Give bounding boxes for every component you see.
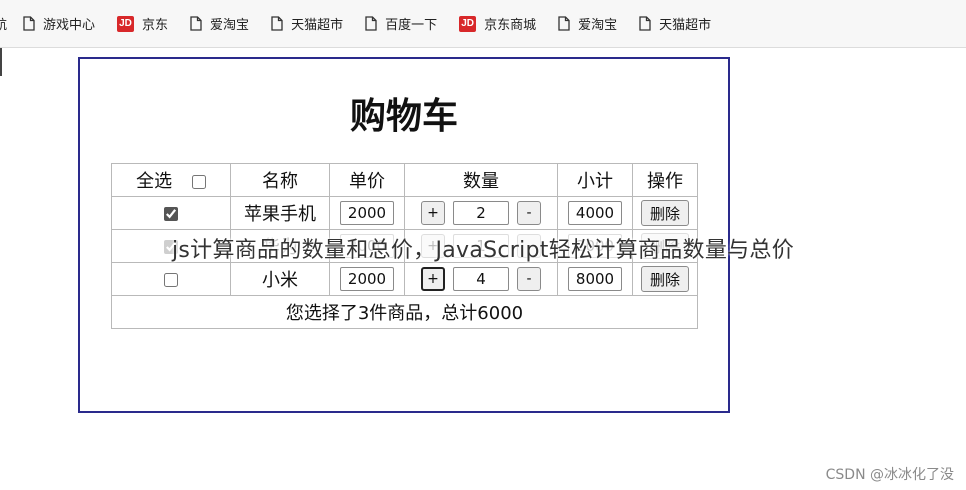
page-icon — [558, 16, 570, 31]
row-select-checkbox[interactable] — [164, 272, 178, 287]
quantity-header: 数量 — [404, 163, 558, 197]
bookmark-item[interactable]: 天猫超市 — [271, 14, 343, 33]
cart-summary: 您选择了3件商品，总计6000 — [111, 295, 698, 329]
row-select-checkbox[interactable] — [164, 206, 178, 221]
price-field[interactable] — [340, 267, 394, 291]
bookmark-item[interactable]: 爱淘宝 — [190, 14, 249, 33]
table-row: 苹果手机 + - 删除 — [111, 196, 698, 230]
select-all-header: 全选 — [111, 163, 231, 197]
subtotal-field[interactable] — [568, 267, 622, 291]
delete-button[interactable]: 删除 — [641, 266, 689, 292]
increase-button[interactable]: + — [421, 267, 445, 291]
jd-logo-icon: JD — [459, 15, 477, 32]
table-row: 小米 + - 删除 — [111, 262, 698, 296]
overlay-caption: js计算商品的数量和总价，JavaScript轻松计算商品数量与总价 — [171, 238, 795, 263]
page-title: 购物车 — [349, 96, 458, 137]
name-header: 名称 — [230, 163, 330, 197]
bookmark-item[interactable]: 天猫超市 — [639, 14, 711, 33]
bookmark-label: 游戏中心 — [43, 18, 96, 33]
quantity-field[interactable] — [453, 201, 509, 225]
bookmark-label: 爱淘宝 — [210, 18, 250, 33]
bookmark-item[interactable]: 航 — [0, 14, 7, 33]
subtotal-field[interactable] — [568, 201, 622, 225]
price-header: 单价 — [329, 163, 405, 197]
table-header-row: 全选 名称 单价 数量 小计 操作 — [111, 163, 698, 197]
increase-button[interactable]: + — [421, 201, 445, 225]
page-icon — [639, 16, 651, 31]
bookmark-label: 航 — [0, 18, 8, 33]
bookmark-label: 天猫超市 — [659, 18, 712, 33]
watermark: CSDN @冰冰化了没 — [825, 467, 954, 483]
bookmark-item[interactable]: JD 京东商城 — [459, 14, 536, 33]
bookmark-label: 京东商城 — [484, 18, 537, 33]
bookmark-item[interactable]: 爱淘宝 — [558, 14, 617, 33]
window-edge — [0, 48, 2, 76]
select-all-checkbox[interactable] — [191, 175, 206, 189]
product-name: 苹果手机 — [230, 196, 330, 230]
summary-row: 您选择了3件商品，总计6000 — [111, 295, 698, 329]
subtotal-header: 小计 — [557, 163, 633, 197]
bookmark-item[interactable]: 百度一下 — [365, 14, 437, 33]
product-name: 小米 — [230, 262, 330, 296]
bookmark-label: 京东 — [142, 18, 169, 33]
page-icon — [271, 16, 283, 31]
bookmark-item[interactable]: JD 京东 — [117, 14, 168, 33]
bookmarks-bar: 航 游戏中心 JD 京东 爱淘宝 天猫超市 百度一下 JD 京东商城 爱淘宝 天… — [0, 0, 966, 48]
action-header: 操作 — [632, 163, 698, 197]
bookmark-label: 天猫超市 — [291, 18, 344, 33]
select-all-label: 全选 — [136, 171, 173, 192]
jd-logo-icon: JD — [117, 15, 135, 32]
decrease-button[interactable]: - — [517, 267, 541, 291]
bookmark-item[interactable]: 游戏中心 — [23, 14, 95, 33]
price-field[interactable] — [340, 201, 394, 225]
page-icon — [365, 16, 377, 31]
bookmark-label: 爱淘宝 — [578, 18, 618, 33]
bookmark-label: 百度一下 — [385, 18, 438, 33]
delete-button[interactable]: 删除 — [641, 200, 689, 226]
decrease-button[interactable]: - — [517, 201, 541, 225]
page-icon — [23, 16, 35, 31]
page-icon — [190, 16, 202, 31]
quantity-field[interactable] — [453, 267, 509, 291]
